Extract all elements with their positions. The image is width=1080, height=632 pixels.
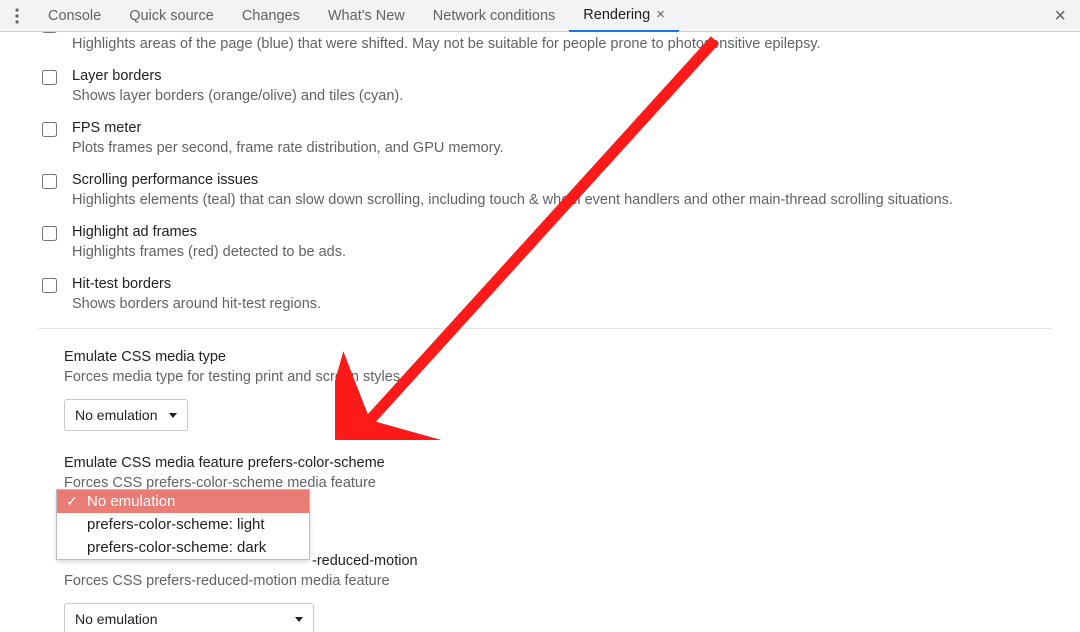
emulate-prefers-reduced-motion: -reduced-motion Forces CSS prefers-reduc… bbox=[64, 551, 1052, 632]
panel-close-icon[interactable]: × bbox=[1046, 6, 1074, 26]
section-desc: Forces CSS prefers-reduced-motion media … bbox=[64, 571, 1052, 591]
option-hit-test-borders: Hit-test borders Shows borders around hi… bbox=[38, 274, 1052, 314]
option-title: Highlight ad frames bbox=[72, 222, 346, 242]
option-title: Layer borders bbox=[72, 66, 403, 86]
dropdown-option-light[interactable]: prefers-color-scheme: light bbox=[57, 513, 309, 536]
tab-changes[interactable]: Changes bbox=[228, 0, 314, 32]
rendering-panel: Layout Shift Regions Highlights areas of… bbox=[0, 32, 1080, 632]
checkbox-layer-borders[interactable] bbox=[42, 70, 57, 85]
emulate-prefers-color-scheme: Emulate CSS media feature prefers-color-… bbox=[64, 453, 1052, 493]
drawer-tabbar: Console Quick source Changes What's New … bbox=[0, 0, 1080, 32]
close-icon[interactable]: × bbox=[656, 7, 665, 22]
option-desc: Shows layer borders (orange/olive) and t… bbox=[72, 86, 403, 106]
option-layer-borders: Layer borders Shows layer borders (orang… bbox=[38, 66, 1052, 106]
dropdown-option-no-emulation[interactable]: No emulation bbox=[57, 490, 309, 513]
select-value: No emulation bbox=[75, 407, 158, 423]
option-desc: Highlights frames (red) detected to be a… bbox=[72, 242, 346, 262]
option-fps-meter: FPS meter Plots frames per second, frame… bbox=[38, 118, 1052, 158]
section-desc: Forces media type for testing print and … bbox=[64, 367, 1052, 387]
emulate-media-type: Emulate CSS media type Forces media type… bbox=[64, 347, 1052, 431]
checkbox-hit-test[interactable] bbox=[42, 278, 57, 293]
section-title: Emulate CSS media feature prefers-color-… bbox=[64, 453, 1052, 473]
option-desc: Highlights elements (teal) that can slow… bbox=[72, 190, 953, 210]
dropdown-option-dark[interactable]: prefers-color-scheme: dark bbox=[57, 536, 309, 559]
option-highlight-ad-frames: Highlight ad frames Highlights frames (r… bbox=[38, 222, 1052, 262]
option-desc: Plots frames per second, frame rate dist… bbox=[72, 138, 504, 158]
section-title: Emulate CSS media type bbox=[64, 347, 1052, 367]
tab-console[interactable]: Console bbox=[34, 0, 115, 32]
option-title: FPS meter bbox=[72, 118, 504, 138]
reduced-motion-select[interactable]: No emulation bbox=[64, 603, 314, 632]
option-title: Layout Shift Regions bbox=[72, 32, 821, 34]
tab-rendering[interactable]: Rendering × bbox=[569, 0, 679, 32]
tab-network-conditions[interactable]: Network conditions bbox=[419, 0, 570, 32]
option-desc: Shows borders around hit-test regions. bbox=[72, 294, 321, 314]
checkbox-layout-shift[interactable] bbox=[42, 32, 57, 33]
color-scheme-dropdown: No emulation prefers-color-scheme: light… bbox=[56, 489, 310, 560]
checkbox-fps-meter[interactable] bbox=[42, 122, 57, 137]
option-title: Hit-test borders bbox=[72, 274, 321, 294]
option-scrolling-perf: Scrolling performance issues Highlights … bbox=[38, 170, 1052, 210]
option-layout-shift: Layout Shift Regions Highlights areas of… bbox=[38, 32, 1052, 54]
tab-whats-new[interactable]: What's New bbox=[314, 0, 419, 32]
select-value: No emulation bbox=[75, 611, 158, 627]
media-type-select[interactable]: No emulation bbox=[64, 399, 188, 431]
option-title: Scrolling performance issues bbox=[72, 170, 953, 190]
option-desc: Highlights areas of the page (blue) that… bbox=[72, 34, 821, 54]
separator bbox=[38, 328, 1052, 329]
checkbox-ad-frames[interactable] bbox=[42, 226, 57, 241]
tab-quick-source[interactable]: Quick source bbox=[115, 0, 228, 32]
checkbox-scrolling-perf[interactable] bbox=[42, 174, 57, 189]
more-menu-icon[interactable] bbox=[6, 5, 28, 27]
